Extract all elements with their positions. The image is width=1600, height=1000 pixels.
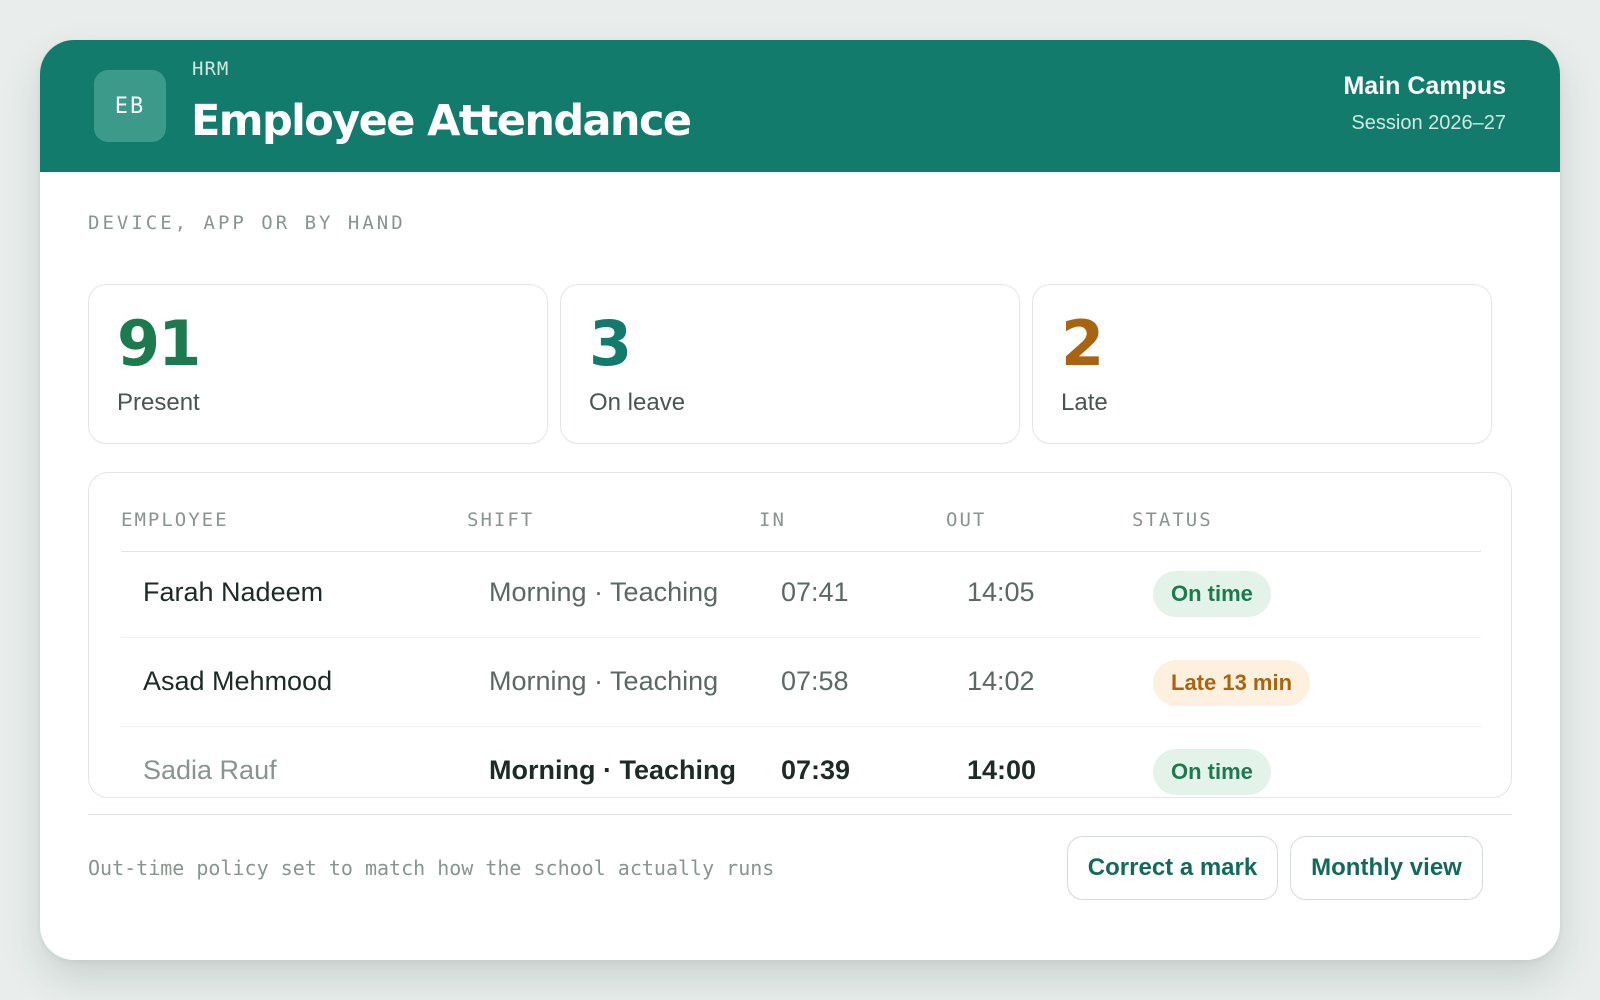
stat-value: 3 — [589, 307, 632, 380]
policy-note: Out-time policy set to match how the sch… — [88, 856, 775, 880]
column-header-employee: EMPLOYEE — [121, 509, 229, 531]
shift-cell: Morning · Teaching — [489, 577, 719, 607]
attendance-table: EMPLOYEE SHIFT IN OUT STATUS Farah Nadee… — [88, 472, 1512, 798]
stat-label: Late — [1061, 389, 1108, 416]
column-header-out: OUT — [946, 509, 987, 531]
employee-name: Asad Mehmood — [143, 666, 333, 696]
status-badge: Late 13 min — [1153, 660, 1311, 706]
session-label: Session 2026–27 — [1351, 112, 1506, 134]
stat-label: Present — [117, 389, 200, 416]
column-header-status: STATUS — [1132, 509, 1213, 531]
column-header-in: IN — [759, 509, 786, 531]
correct-mark-button[interactable]: Correct a mark — [1067, 836, 1278, 900]
stat-value: 91 — [117, 307, 201, 380]
attendance-card: EB HRM Employee Attendance Main Campus S… — [40, 40, 1560, 960]
monthly-view-button[interactable]: Monthly view — [1290, 836, 1483, 900]
stat-card-on-leave: 3 On leave — [560, 284, 1020, 444]
stat-label: On leave — [589, 389, 686, 416]
table-row[interactable]: Sadia Rauf Morning · Teaching 07:39 14:0… — [121, 727, 1481, 797]
time-out-cell: 14:02 — [967, 666, 1035, 696]
time-in-cell: 07:41 — [781, 577, 849, 607]
shift-cell: Morning · Teaching — [489, 666, 719, 696]
shift-cell: Morning · Teaching — [489, 755, 736, 785]
time-in-cell: 07:58 — [781, 666, 849, 696]
module-label: HRM — [192, 58, 230, 80]
campus-name: Main Campus — [1343, 72, 1506, 100]
time-in-cell: 07:39 — [781, 755, 851, 785]
employee-name: Farah Nadeem — [143, 577, 324, 607]
stat-card-late: 2 Late — [1032, 284, 1492, 444]
header-bar: EB HRM Employee Attendance Main Campus S… — [40, 40, 1560, 172]
logo-badge: EB — [94, 70, 166, 142]
stat-card-present: 91 Present — [88, 284, 548, 444]
table-row[interactable]: Farah Nadeem Morning · Teaching 07:41 14… — [121, 549, 1481, 638]
page-title: Employee Attendance — [191, 96, 692, 146]
status-badge: On time — [1153, 749, 1271, 795]
time-out-cell: 14:00 — [967, 755, 1037, 785]
stat-value: 2 — [1061, 307, 1104, 380]
column-header-shift: SHIFT — [467, 509, 535, 531]
footer-divider — [88, 814, 1512, 815]
status-badge: On time — [1153, 571, 1271, 617]
table-row[interactable]: Asad Mehmood Morning · Teaching 07:58 14… — [121, 638, 1481, 727]
section-subheading: DEVICE, APP OR BY HAND — [88, 212, 406, 234]
employee-name: Sadia Rauf — [143, 755, 277, 785]
time-out-cell: 14:05 — [967, 577, 1035, 607]
